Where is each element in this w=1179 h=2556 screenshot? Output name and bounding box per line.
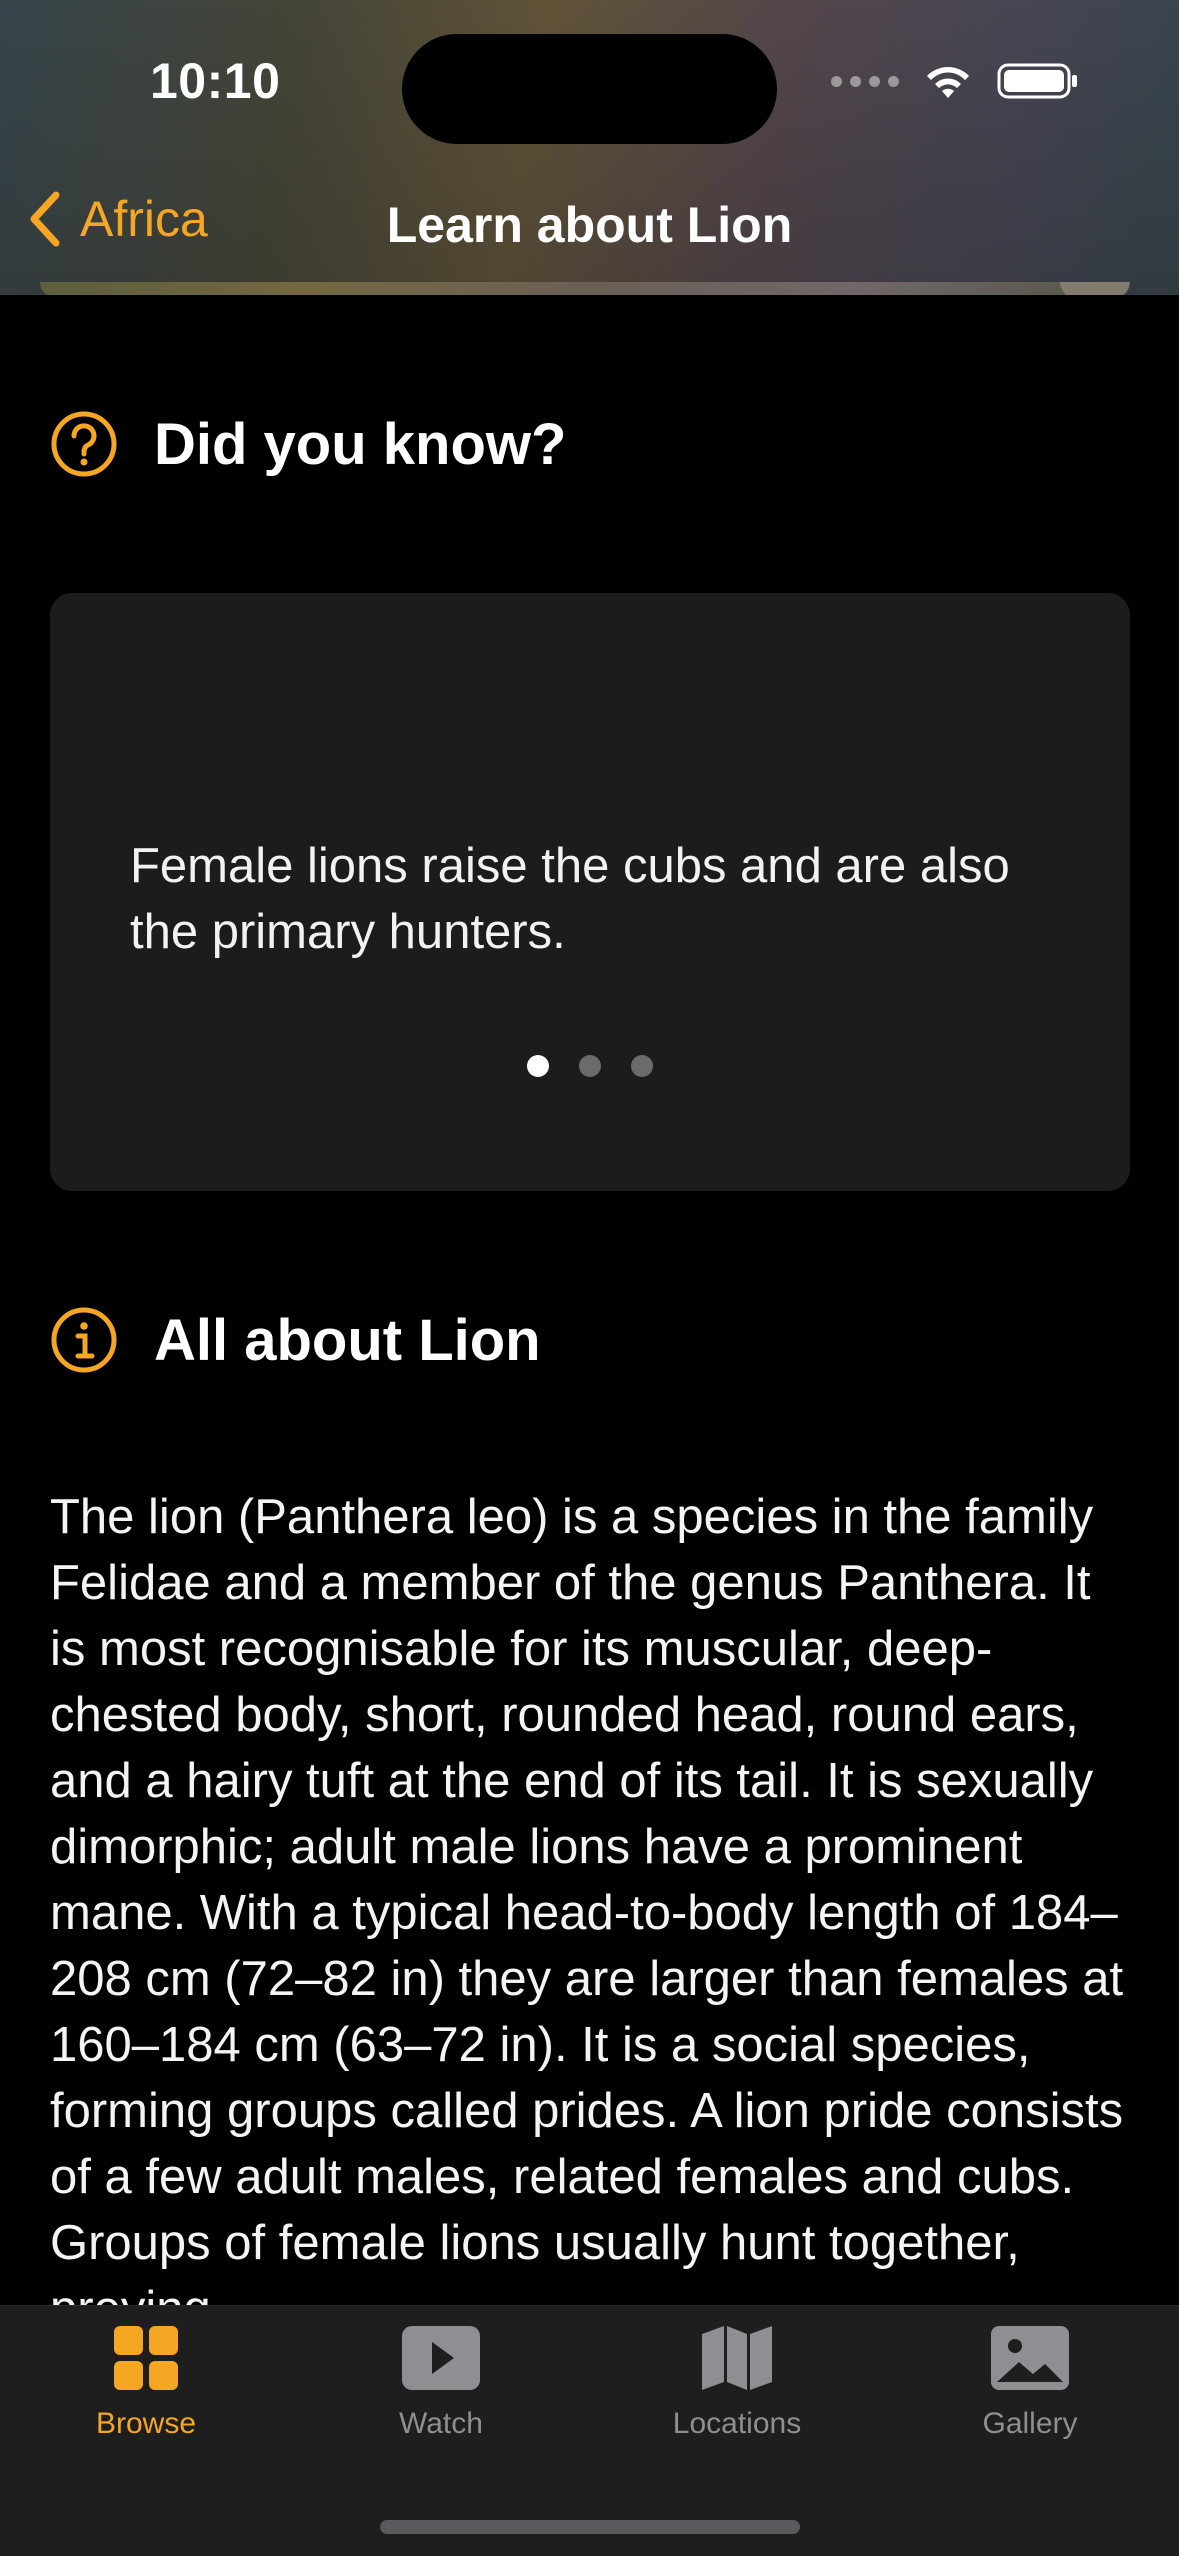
question-circle-icon [51, 411, 117, 477]
nav-title: Learn about Lion [386, 197, 793, 253]
signal-icon [831, 75, 899, 87]
tab-watch-label: Watch [399, 2407, 483, 2440]
fact-card[interactable]: Female lions raise the cubs and are also… [50, 593, 1130, 1191]
hero-image-edge [40, 282, 1129, 295]
battery-icon [997, 63, 1077, 99]
tab-watch[interactable]: Watch [331, 2324, 551, 2441]
status-icons [831, 62, 1079, 100]
tab-locations[interactable]: Locations [627, 2324, 847, 2441]
tab-bar: Browse Watch Locations Gallery [0, 2305, 1179, 2556]
page-dot-3[interactable] [631, 1055, 653, 1077]
hero-image-edge-next [1060, 282, 1130, 295]
page-indicator[interactable] [50, 1055, 1130, 1077]
did-you-know-header: Did you know? [50, 410, 566, 478]
tab-gallery-label: Gallery [982, 2407, 1078, 2440]
did-you-know-title: Did you know? [154, 411, 567, 477]
grid-icon [114, 2326, 178, 2390]
fact-text: Female lions raise the cubs and are also… [130, 839, 1010, 959]
info-circle-icon [51, 1307, 117, 1373]
photo-icon [991, 2326, 1069, 2390]
about-header: All about Lion [50, 1306, 541, 1374]
play-icon [402, 2326, 480, 2390]
about-body-text: The lion (Panthera leo) is a species in … [50, 1490, 1124, 2336]
dynamic-island [402, 34, 777, 144]
about-title: All about Lion [154, 1307, 541, 1373]
wifi-icon [927, 67, 969, 98]
status-time: 10:10 [150, 53, 281, 109]
tab-browse-label: Browse [95, 2407, 197, 2440]
page-dot-1[interactable] [527, 1055, 549, 1077]
tab-gallery[interactable]: Gallery [920, 2324, 1140, 2441]
tab-locations-label: Locations [672, 2407, 802, 2440]
tab-browse[interactable]: Browse [36, 2324, 256, 2441]
map-icon [702, 2326, 772, 2390]
home-indicator[interactable] [380, 2520, 800, 2534]
page-dot-2[interactable] [579, 1055, 601, 1077]
